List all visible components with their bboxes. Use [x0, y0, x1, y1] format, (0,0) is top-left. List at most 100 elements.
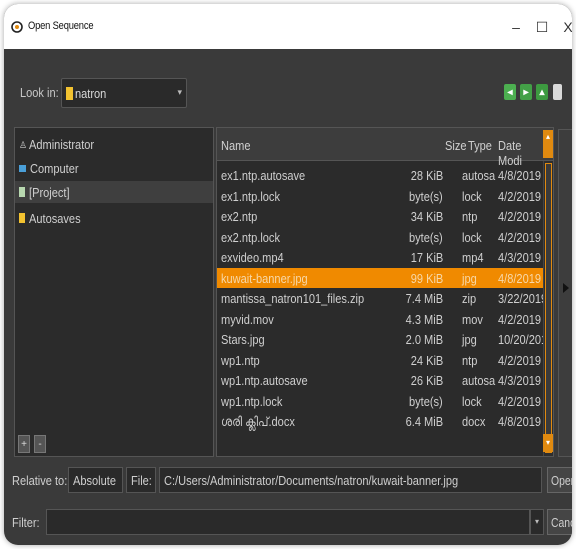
file-row[interactable]: Stars.jpg 2.0 MiB jpg 10/20/2015: [217, 329, 553, 349]
file-row[interactable]: ex2.ntp 34 KiB ntp 4/2/2019 1: [217, 206, 550, 226]
window-title: Open Sequence: [28, 20, 94, 32]
file-row[interactable]: kuwait-banner.jpg 99 KiB jpg 4/8/2019: [217, 267, 543, 288]
file-row[interactable]: ex1.ntp.lock byte(s) lock 4/2/2019 1: [217, 186, 550, 206]
title-bar: Open Sequence – ☐ X: [4, 4, 572, 49]
filter-label: Filter:: [12, 515, 40, 530]
place-label: [Project]: [29, 184, 70, 200]
file-type: lock: [462, 229, 482, 245]
preview-toggle-panel[interactable]: [558, 129, 572, 457]
new-folder-button[interactable]: [553, 84, 562, 100]
file-list: Name Size Type Date Modi ▴ ex1.ntp.autos…: [216, 127, 554, 457]
minimize-button[interactable]: –: [504, 16, 528, 38]
file-type: ntp: [462, 352, 478, 368]
column-size[interactable]: Size: [445, 138, 467, 153]
scroll-up-button[interactable]: ▴: [543, 130, 553, 158]
file-name: wp1.ntp.autosave: [221, 373, 308, 388]
file-mode-combo[interactable]: File:: [126, 467, 156, 493]
place-administrator[interactable]: ♙ Administrator: [15, 133, 213, 155]
up-button[interactable]: ▴: [536, 84, 548, 100]
add-place-button[interactable]: +: [18, 435, 30, 453]
file-type: lock: [462, 188, 482, 204]
relative-to-combo[interactable]: Absolute: [68, 467, 123, 493]
file-type: autosa: [462, 373, 496, 388]
file-size: 24 KiB: [410, 352, 443, 368]
places-panel: ♙ Administrator Computer [Project] Autos…: [14, 127, 214, 457]
file-size: 2.0 MiB: [405, 332, 443, 347]
app-icon: [11, 21, 23, 33]
vertical-scrollbar[interactable]: [543, 161, 553, 456]
file-size: 28 KiB: [410, 168, 443, 183]
place-computer[interactable]: Computer: [15, 157, 213, 179]
file-name: exvideo.mp4: [221, 250, 284, 265]
file-name: ex2.ntp.lock: [221, 229, 280, 245]
file-size: 17 KiB: [410, 250, 443, 265]
project-icon: [19, 187, 25, 197]
file-type: docx: [462, 414, 486, 429]
path-value: C:/Users/Administrator/Documents/natron/…: [164, 473, 459, 488]
scroll-down-button[interactable]: ▾: [543, 434, 553, 452]
filter-input[interactable]: [46, 509, 530, 535]
open-sequence-dialog: Open Sequence – ☐ X Look in: natron ▾ ◂ …: [4, 4, 572, 545]
scrollbar-thumb[interactable]: [545, 163, 552, 453]
file-size: byte(s): [409, 188, 443, 204]
column-name[interactable]: Name: [221, 138, 250, 153]
relative-to-label: Relative to:: [12, 473, 68, 488]
filter-dropdown-button[interactable]: ▾: [530, 509, 544, 535]
file-size: 26 KiB: [410, 373, 443, 388]
look-in-value: natron: [75, 86, 107, 101]
file-size: byte(s): [409, 229, 443, 245]
file-row[interactable]: ex2.ntp.lock byte(s) lock 4/2/2019 1: [217, 227, 550, 247]
file-size: byte(s): [409, 393, 443, 409]
arrow-right-icon: ▸: [523, 86, 529, 98]
place-label: Computer: [30, 160, 79, 176]
file-name: wp1.ntp.lock: [221, 393, 283, 409]
file-row[interactable]: myvid.mov 4.3 MiB mov 4/2/2019 1: [217, 309, 550, 329]
user-icon: ♙: [19, 139, 28, 150]
file-type: mp4: [462, 250, 484, 265]
file-row[interactable]: wp1.ntp.autosave 26 KiB autosa 4/3/2019 1: [217, 370, 550, 390]
folder-icon: [66, 87, 73, 100]
cancel-label: Cancel: [551, 515, 572, 530]
file-row[interactable]: exvideo.mp4 17 KiB mp4 4/3/2019 1: [217, 247, 550, 267]
open-button[interactable]: Open: [547, 467, 572, 493]
folder-icon: [19, 213, 25, 223]
cancel-button[interactable]: Cancel: [547, 509, 572, 535]
place-autosaves[interactable]: Autosaves: [15, 207, 213, 229]
file-row[interactable]: ex1.ntp.autosave 28 KiB autosa 4/8/2019 1: [217, 165, 550, 185]
maximize-button[interactable]: ☐: [530, 16, 554, 38]
close-button[interactable]: X: [556, 16, 572, 38]
look-in-combo[interactable]: natron ▾: [61, 78, 187, 108]
file-row[interactable]: mantissa_natron101_files.zip 7.4 MiB zip 3/…: [217, 288, 547, 308]
column-type[interactable]: Type: [468, 138, 492, 153]
file-type: jpg: [462, 270, 477, 286]
arrow-up-icon: ▴: [539, 86, 545, 98]
file-type: mov: [462, 311, 483, 327]
file-size: 99 KiB: [410, 270, 443, 286]
file-type: lock: [462, 393, 482, 409]
file-size: 7.4 MiB: [405, 291, 443, 306]
file-row[interactable]: wp1.ntp 24 KiB ntp 4/2/2019 7: [217, 350, 550, 370]
file-row[interactable]: ശരി ക്ലിപ്.docx 6.4 MiB docx 4/8/2019 1: [217, 411, 550, 431]
file-row[interactable]: wp1.ntp.lock byte(s) lock 4/2/2019 8: [217, 391, 550, 411]
file-name: ex2.ntp: [221, 209, 258, 224]
file-name: ശരി ക്ലിപ്.docx: [221, 414, 295, 429]
file-type: autosa: [462, 168, 496, 183]
file-type: zip: [462, 291, 477, 306]
column-date[interactable]: Date Modi: [498, 138, 546, 168]
back-button[interactable]: ◂: [504, 84, 516, 100]
forward-button[interactable]: ▸: [520, 84, 532, 100]
file-list-header: Name Size Type Date Modi ▴: [217, 128, 553, 168]
open-label: Open: [551, 473, 572, 488]
place-project[interactable]: [Project]: [15, 181, 213, 203]
chevron-down-icon: ▾: [177, 87, 182, 97]
file-size: 34 KiB: [410, 209, 443, 224]
file-date: 3/22/2019: [498, 291, 548, 306]
file-type: ntp: [462, 209, 478, 224]
relative-to-value: Absolute: [73, 473, 117, 488]
file-mode-value: File:: [131, 473, 152, 488]
path-input[interactable]: C:/Users/Administrator/Documents/natron/…: [159, 467, 542, 493]
file-date: 4/8/2019: [498, 270, 542, 286]
file-type: jpg: [462, 332, 477, 347]
computer-icon: [19, 164, 26, 172]
remove-place-button[interactable]: -: [34, 435, 46, 453]
